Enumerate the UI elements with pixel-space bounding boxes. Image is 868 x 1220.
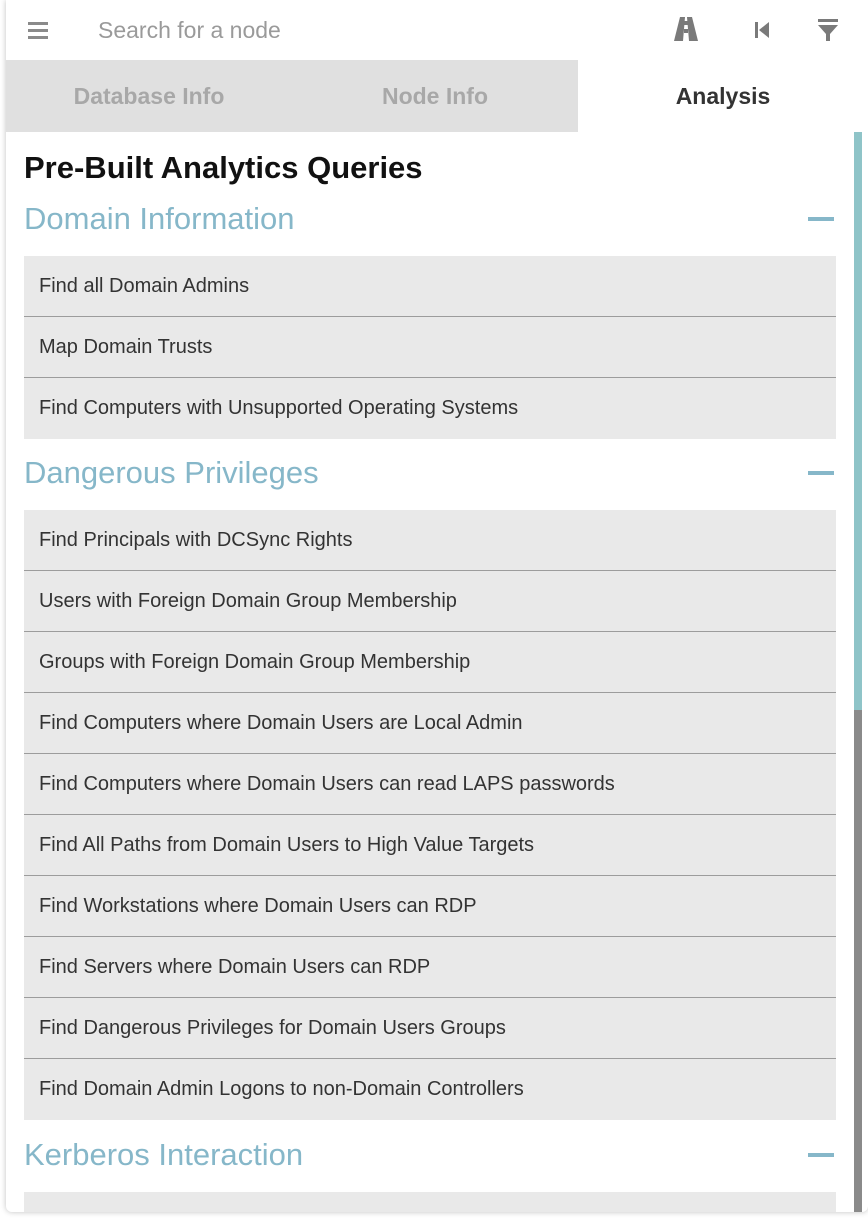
query-item[interactable]: Find Principals with DCSync Rights [24, 510, 836, 571]
sidebar-panel: Database Info Node Info Analysis Pre-Bui… [6, 0, 868, 1212]
query-item[interactable]: Find Servers where Domain Users can RDP [24, 937, 836, 998]
query-item[interactable]: Find Computers with Unsupported Operatin… [24, 378, 836, 439]
menu-icon[interactable] [28, 21, 50, 39]
tab-node-info[interactable]: Node Info [292, 60, 578, 132]
pathfinding-icon[interactable] [672, 14, 700, 44]
query-list-kerberos-interaction [24, 1192, 836, 1212]
tab-analysis[interactable]: Analysis [578, 60, 868, 132]
section-header-domain-information[interactable]: Domain Information [24, 194, 836, 244]
scrollbar-thumb[interactable] [854, 710, 862, 1212]
query-list-domain-information: Find all Domain Admins Map Domain Trusts… [24, 256, 836, 439]
scrollbar[interactable] [854, 132, 862, 1212]
section-title: Kerberos Interaction [24, 1137, 304, 1172]
search-bar [6, 0, 868, 60]
query-item[interactable]: Find Computers where Domain Users can re… [24, 754, 836, 815]
query-item[interactable]: Map Domain Trusts [24, 317, 836, 378]
query-list-dangerous-privileges: Find Principals with DCSync Rights Users… [24, 510, 836, 1120]
query-item[interactable]: Find Dangerous Privileges for Domain Use… [24, 998, 836, 1059]
section-header-dangerous-privileges[interactable]: Dangerous Privileges [24, 448, 836, 498]
section-title: Dangerous Privileges [24, 455, 319, 490]
query-item[interactable]: Find Computers where Domain Users are Lo… [24, 693, 836, 754]
collapse-icon[interactable] [808, 471, 834, 475]
collapse-icon[interactable] [808, 1153, 834, 1157]
section-title: Domain Information [24, 201, 295, 236]
analysis-content: Pre-Built Analytics Queries Domain Infor… [6, 132, 854, 1212]
search-input[interactable] [86, 12, 586, 48]
page-title: Pre-Built Analytics Queries [24, 150, 423, 185]
query-item[interactable]: Users with Foreign Domain Group Membersh… [24, 571, 836, 632]
collapse-icon[interactable] [808, 217, 834, 221]
query-item[interactable]: Find Domain Admin Logons to non-Domain C… [24, 1059, 836, 1120]
tab-database-info[interactable]: Database Info [6, 60, 292, 132]
query-item[interactable]: Find All Paths from Domain Users to High… [24, 815, 836, 876]
query-item[interactable]: Groups with Foreign Domain Group Members… [24, 632, 836, 693]
back-icon[interactable] [747, 14, 775, 44]
query-item[interactable]: Find all Domain Admins [24, 256, 836, 317]
tab-bar: Database Info Node Info Analysis [6, 60, 868, 132]
query-item[interactable]: Find Workstations where Domain Users can… [24, 876, 836, 937]
filter-icon[interactable] [814, 14, 842, 44]
section-header-kerberos-interaction[interactable]: Kerberos Interaction [24, 1130, 836, 1180]
query-item[interactable] [24, 1192, 836, 1212]
